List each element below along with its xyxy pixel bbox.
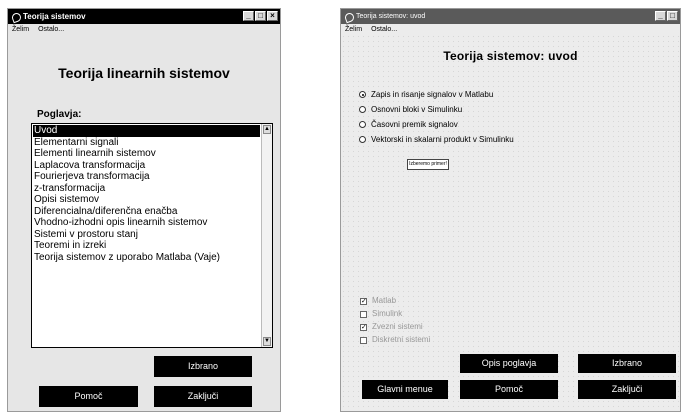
menu-bar: Želim Ostalo... [341, 24, 680, 36]
intro-window: Teorija sistemov: uvod _ □ Želim Ostalo.… [340, 8, 681, 412]
help-button[interactable]: Pomoč [39, 386, 138, 407]
checkbox-icon[interactable] [360, 336, 367, 344]
izbrano-button[interactable]: Izbrano [578, 354, 676, 373]
checkbox-checked-icon[interactable]: ✓ [360, 297, 367, 305]
radio-option[interactable]: Zapis in risanje signalov v Matlabu [359, 89, 493, 100]
main-menu-button[interactable]: Glavni menue [362, 380, 448, 399]
matlab-icon [344, 12, 353, 21]
list-item[interactable]: Elementarni signali [33, 137, 260, 149]
checkbox-label: Matlab [372, 296, 397, 305]
minimize-icon[interactable]: _ [655, 11, 666, 21]
list-item[interactable]: Uvod [33, 125, 260, 137]
page-title: Teorija sistemov: uvod [443, 49, 578, 63]
radio-option[interactable]: Vektorski in skalarni produkt v Simulink… [359, 134, 514, 145]
minimize-icon[interactable]: _ [243, 11, 254, 21]
radio-label: Časovni premik signalov [371, 120, 458, 129]
radio-button[interactable] [359, 106, 366, 113]
matlab-icon [11, 12, 20, 21]
scroll-up-icon[interactable]: ▲ [263, 125, 271, 134]
radio-label: Osnovni bloki v Simulinku [371, 105, 463, 114]
scrollbar[interactable]: ▲ ▼ [261, 124, 272, 347]
list-item[interactable]: Teorija sistemov z uporabo Matlaba (Vaje… [33, 252, 260, 264]
maximize-icon[interactable]: □ [667, 11, 678, 21]
radio-label: Zapis in risanje signalov v Matlabu [371, 90, 494, 99]
list-item[interactable]: Vhodno-izhodni opis linearnih sistemov [33, 217, 260, 229]
menu-ostalo[interactable]: Ostalo... [38, 26, 64, 33]
chapters-label: Poglavja: [37, 109, 82, 120]
radio-button[interactable] [359, 121, 366, 128]
izbrano-button[interactable]: Izbrano [154, 356, 252, 377]
list-item[interactable]: Diferencialna/diferenčna enačba [33, 206, 260, 218]
checkbox-option[interactable]: ✓ Matlab [360, 296, 396, 306]
checkbox-label: Simulink [372, 309, 403, 318]
list-item[interactable]: Laplacova transformacija [33, 160, 260, 172]
menu-zelim[interactable]: Želim [12, 26, 29, 33]
list-item[interactable]: Elementi linearnih sistemov [33, 148, 260, 160]
list-item[interactable]: Teoremi in izreki [33, 240, 260, 252]
menu-zelim[interactable]: Želim [345, 26, 362, 33]
exit-button[interactable]: Zaključi [154, 386, 252, 407]
list-item[interactable]: z-transformacija [33, 183, 260, 195]
page-title: Teorija linearnih sistemov [58, 65, 230, 81]
radio-option[interactable]: Osnovni bloki v Simulinku [359, 104, 462, 115]
radio-option[interactable]: Časovni premik signalov [359, 119, 458, 130]
list-item[interactable]: Opisi sistemov [33, 194, 260, 206]
scroll-down-icon[interactable]: ▼ [263, 337, 271, 346]
checkbox-option[interactable]: Simulink [360, 309, 402, 319]
chapters-listbox[interactable]: Uvod Elementarni signali Elementi linearni… [31, 123, 273, 348]
maximize-icon[interactable]: □ [255, 11, 266, 21]
title-bar: Teorija sistemov _ □ × [8, 9, 280, 24]
exit-button[interactable]: Zaključi [578, 380, 676, 399]
radio-button[interactable] [359, 136, 366, 143]
chapter-description-button[interactable]: Opis poglavja [460, 354, 558, 373]
window-title: Teorija sistemov [23, 12, 86, 21]
list-item[interactable]: Sistemi v prostoru stanj [33, 229, 260, 241]
checkbox-icon[interactable] [360, 310, 367, 318]
menu-ostalo[interactable]: Ostalo... [371, 26, 397, 33]
menu-bar: Želim Ostalo... [8, 24, 280, 36]
checkbox-option[interactable]: ✓ Zvezni sistemi [360, 322, 423, 332]
checkbox-label: Diskretni sistemi [372, 335, 431, 344]
checkbox-option[interactable]: Diskretni sistemi [360, 335, 430, 345]
checkbox-label: Zvezni sistemi [372, 322, 423, 331]
title-bar: Teorija sistemov: uvod _ □ [341, 9, 680, 24]
select-example-button[interactable]: Izberemo primer! [407, 159, 449, 170]
close-icon[interactable]: × [267, 11, 278, 21]
list-item[interactable]: Fourierjeva transformacija [33, 171, 260, 183]
window-title: Teorija sistemov: uvod [356, 13, 426, 20]
radio-button[interactable] [359, 91, 366, 98]
main-window: Teorija sistemov _ □ × Želim Ostalo... T… [7, 8, 281, 412]
checkbox-checked-icon[interactable]: ✓ [360, 323, 367, 331]
help-button[interactable]: Pomoč [460, 380, 558, 399]
radio-label: Vektorski in skalarni produkt v Simulink… [371, 135, 514, 144]
